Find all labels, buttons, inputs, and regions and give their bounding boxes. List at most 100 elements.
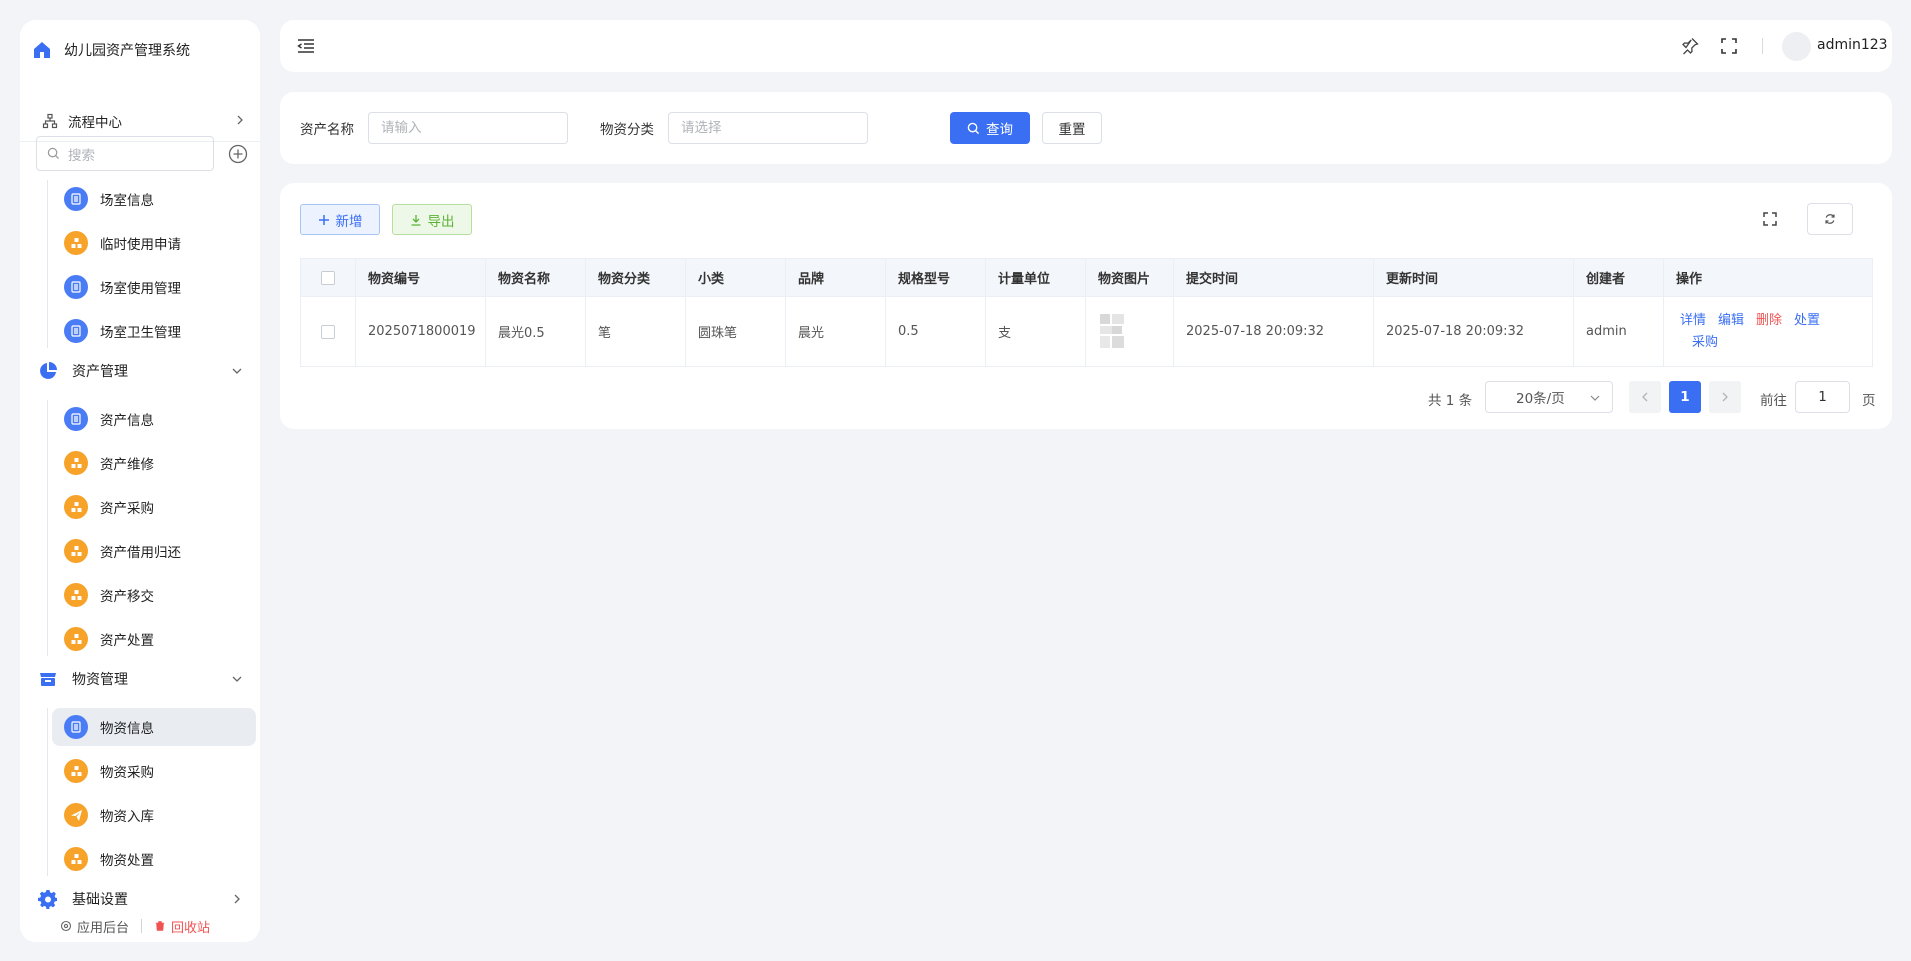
chevron-down-icon [1590, 395, 1600, 401]
sidebar-item-label: 资产维修 [100, 457, 154, 473]
home-icon [34, 42, 50, 58]
boxes-icon [64, 231, 88, 255]
search-icon [47, 147, 60, 160]
cell-code: 2025071800019 [355, 296, 486, 367]
export-label: 导出 [427, 213, 455, 230]
category-select[interactable] [668, 112, 868, 144]
sidebar-item[interactable]: 物资处置 [52, 840, 256, 878]
reset-button[interactable]: 重置 [1042, 112, 1102, 144]
export-button[interactable]: 导出 [392, 204, 472, 235]
search-icon [967, 122, 980, 134]
detail-link[interactable]: 详情 [1680, 313, 1706, 328]
table-fullscreen-icon[interactable] [1762, 211, 1778, 227]
col-header: 物资图片 [1085, 258, 1174, 297]
page-suffix: 页 [1862, 393, 1876, 409]
page-size-select[interactable]: 20条/页 [1485, 381, 1613, 413]
document-icon [64, 275, 88, 299]
sidebar-item[interactable]: 场室卫生管理 [52, 312, 256, 350]
pin-icon[interactable] [1680, 36, 1700, 56]
boxes-icon [64, 583, 88, 607]
dispose-link[interactable]: 处置 [1794, 313, 1820, 328]
document-icon [64, 715, 88, 739]
col-header: 计量单位 [985, 258, 1086, 297]
sidebar-item-label: 资产采购 [100, 501, 154, 517]
sidebar-item[interactable]: 资产维修 [52, 444, 256, 482]
sidebar-item-label: 物资信息 [100, 721, 154, 737]
sidebar-item[interactable]: 资产处置 [52, 620, 256, 658]
menu-search-input[interactable]: 搜索 [36, 136, 214, 171]
app-title: 幼儿园资产管理系统 [64, 43, 190, 59]
sidebar-group[interactable]: 物资管理 [20, 660, 260, 698]
query-button[interactable]: 查询 [950, 112, 1030, 144]
cell-name: 晨光0.5 [485, 296, 586, 367]
material-thumbnail[interactable] [1098, 312, 1138, 352]
prev-page-button[interactable] [1629, 381, 1661, 413]
boxes-icon [64, 539, 88, 563]
sidebar-item[interactable]: 物资信息 [52, 708, 256, 746]
edit-link[interactable]: 编辑 [1718, 313, 1744, 328]
row-select-cell [300, 296, 356, 367]
refresh-button[interactable] [1807, 203, 1853, 235]
add-button[interactable]: 新增 [300, 204, 380, 235]
delete-link[interactable]: 删除 [1756, 313, 1782, 328]
header-divider [1762, 38, 1763, 54]
cell-category: 笔 [585, 296, 686, 367]
col-header: 小类 [685, 258, 786, 297]
top-header: admin123 [280, 20, 1892, 72]
col-header: 规格型号 [885, 258, 986, 297]
chevron-right-icon [237, 115, 243, 125]
asset-name-input[interactable] [368, 112, 568, 144]
footer-divider [141, 919, 143, 933]
plus-icon [318, 214, 329, 225]
settings-small-icon [60, 920, 72, 932]
category-label: 物资分类 [600, 122, 654, 138]
cell-actions: 详情 编辑 删除 处置 采购 [1663, 296, 1873, 367]
sidebar-group[interactable]: 资产管理 [20, 352, 260, 390]
fullscreen-icon[interactable] [1719, 36, 1739, 56]
sidebar-item[interactable]: 场室信息 [52, 180, 256, 218]
sidebar-item[interactable]: 物资采购 [52, 752, 256, 790]
purchase-link[interactable]: 采购 [1692, 335, 1718, 350]
sidebar-item[interactable]: 物资入库 [52, 796, 256, 834]
next-page-button[interactable] [1709, 381, 1741, 413]
sidebar-item-label: 临时使用申请 [100, 237, 181, 253]
avatar[interactable] [1782, 32, 1811, 61]
sidebar-group-label: 基础设置 [72, 892, 128, 908]
trash-icon [155, 921, 165, 931]
col-header: 品牌 [785, 258, 886, 297]
sidebar-item[interactable]: 临时使用申请 [52, 224, 256, 262]
boxes-icon [64, 451, 88, 475]
sidebar-item[interactable]: 资产信息 [52, 400, 256, 438]
brand[interactable]: 幼儿园资产管理系统 [32, 38, 190, 62]
sidebar-item[interactable]: 资产借用归还 [52, 532, 256, 570]
goto-label: 前往 [1760, 393, 1787, 409]
col-header: 提交时间 [1173, 258, 1374, 297]
query-label: 查询 [986, 122, 1013, 138]
app-backend-label: 应用后台 [77, 920, 130, 936]
recycle-bin-link[interactable]: 回收站 [154, 917, 210, 936]
sidebar-item-label: 场室卫生管理 [100, 325, 181, 341]
sidebar-item[interactable]: 场室使用管理 [52, 268, 256, 306]
add-circle-icon[interactable] [228, 144, 248, 164]
col-header-actions: 操作 [1663, 258, 1873, 297]
chevron-left-icon [1642, 392, 1648, 402]
table-row: 2025071800019 晨光0.5 笔 圆珠笔 晨光 0.5 支 2025-… [300, 296, 1873, 367]
collapse-menu-icon[interactable] [296, 36, 316, 56]
sidebar-item[interactable]: 资产移交 [52, 576, 256, 614]
sidebar-group-label: 物资管理 [72, 672, 128, 688]
select-all-checkbox[interactable] [321, 270, 335, 285]
app-backend-link[interactable]: 应用后台 [60, 917, 129, 936]
username[interactable]: admin123 [1817, 37, 1888, 53]
store-icon [40, 673, 56, 686]
sidebar-item[interactable]: 资产采购 [52, 488, 256, 526]
page-number-current[interactable]: 1 [1669, 381, 1701, 413]
col-header: 物资分类 [585, 258, 686, 297]
goto-page-input[interactable] [1795, 381, 1850, 413]
sidebar-item-label: 资产处置 [100, 633, 154, 649]
reset-label: 重置 [1058, 122, 1086, 138]
row-checkbox[interactable] [321, 324, 335, 339]
boxes-icon [64, 495, 88, 519]
select-all-cell [300, 258, 356, 297]
gear-icon [38, 890, 57, 909]
cell-submit-time: 2025-07-18 20:09:32 [1173, 296, 1374, 367]
